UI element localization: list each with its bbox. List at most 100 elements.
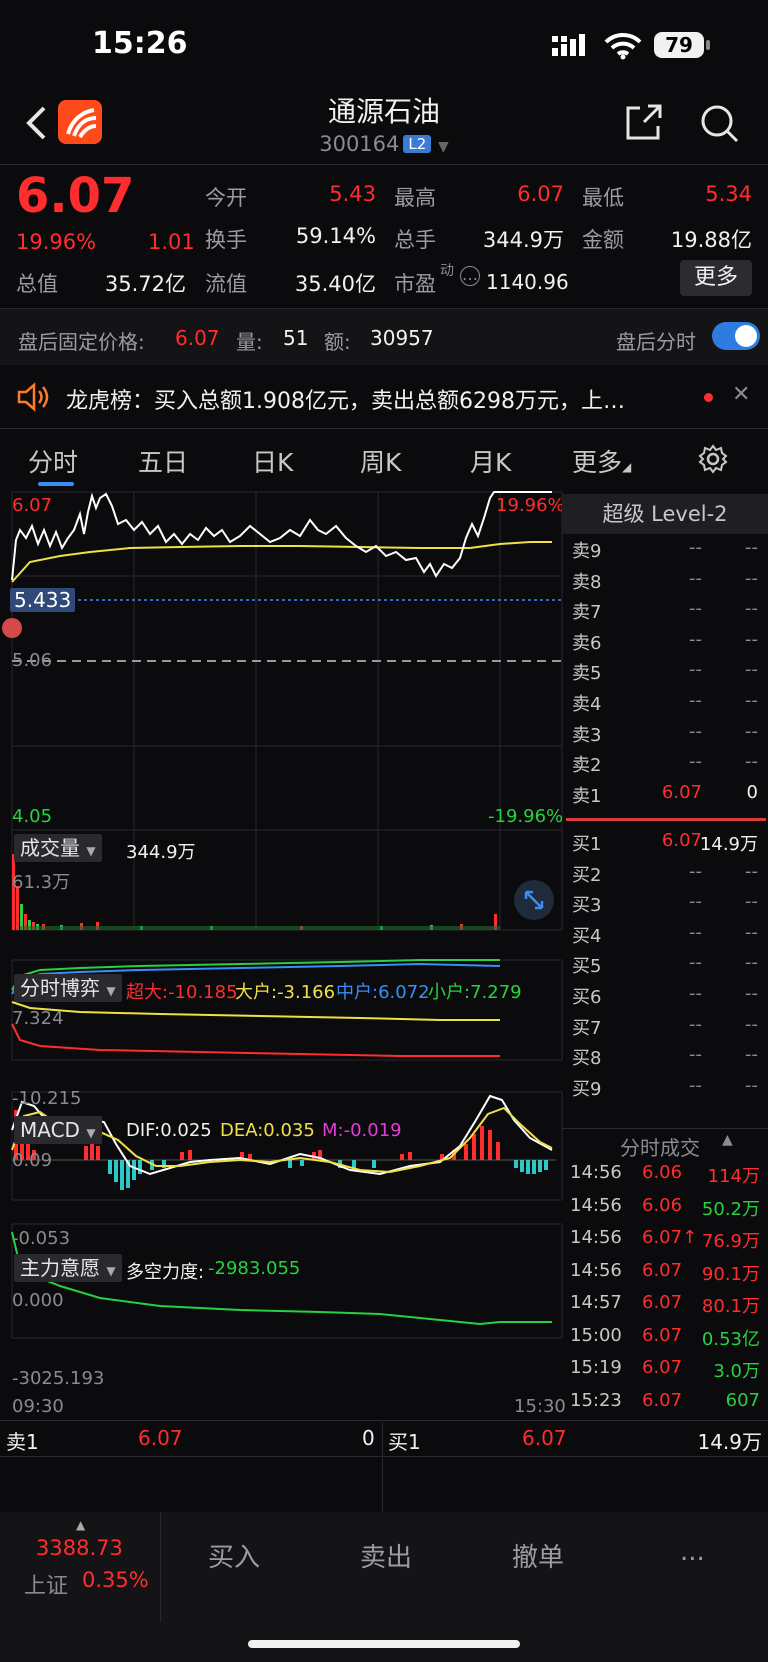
more-actions-button[interactable]: ... xyxy=(680,1537,705,1567)
divider xyxy=(382,1422,383,1512)
macd-m: M:-0.019 xyxy=(322,1120,402,1141)
index-value: 3388.73 xyxy=(36,1536,123,1560)
orderbook-row[interactable]: 卖9 -- -- xyxy=(572,537,768,567)
tab-more[interactable]: 更多◢ xyxy=(572,443,631,479)
trade-price: 6.06 xyxy=(642,1194,683,1216)
fund-indicator-select[interactable]: 分时博弈 ▼ xyxy=(14,974,122,1002)
main-axis-max: 0.000 xyxy=(12,1290,64,1311)
best-ask-label: 卖1 xyxy=(6,1430,39,1454)
divider xyxy=(160,1512,161,1622)
fund-super: 超大:-10.185 xyxy=(126,982,238,1003)
orderbook-row[interactable]: 卖4 -- -- xyxy=(572,690,768,720)
orderbook-row[interactable]: 买8 -- -- xyxy=(572,1044,768,1074)
search-icon[interactable] xyxy=(700,104,740,144)
orderbook-row[interactable]: 卖3 -- -- xyxy=(572,721,768,751)
volume-indicator-label: 成交量 xyxy=(20,836,80,860)
trade-volume: 607 xyxy=(725,1389,760,1411)
tab-five-day[interactable]: 五日 xyxy=(138,443,188,479)
high-value: 6.07 xyxy=(517,182,564,206)
level-label: 卖7 xyxy=(572,602,602,624)
orderbook-row[interactable]: 买1 6.07 14.9万 xyxy=(572,830,768,860)
macd-dif: DIF:0.025 xyxy=(126,1120,212,1141)
trade-volume: 50.2万 xyxy=(701,1198,760,1220)
orderbook-row[interactable]: 买5 -- -- xyxy=(572,952,768,982)
fund-small: 小户:7.279 xyxy=(428,982,522,1003)
main-force-label: 多空力度: xyxy=(126,1262,205,1283)
orderbook-row[interactable]: 卖1 6.07 0 xyxy=(572,782,768,812)
after-hours-toggle[interactable] xyxy=(712,322,760,350)
tab-daily-k[interactable]: 日K xyxy=(252,443,293,479)
index-widget[interactable]: ▲ 3388.73 上证 0.35% xyxy=(0,1512,160,1622)
time-axis-start: 09:30 xyxy=(12,1396,64,1417)
cancel-order-button[interactable]: 撤单 xyxy=(512,1537,564,1574)
orderbook-row[interactable]: 买2 -- -- xyxy=(572,861,768,891)
macd-indicator-label: MACD xyxy=(20,1118,80,1142)
orderbook-row[interactable]: 买7 -- -- xyxy=(572,1014,768,1044)
orderbook-row[interactable]: 买3 -- -- xyxy=(572,891,768,921)
settings-gear-icon[interactable] xyxy=(698,444,728,474)
macd-axis-max: 0.09 xyxy=(12,1150,53,1171)
chevron-down-icon: ▼ xyxy=(106,984,116,998)
divider xyxy=(0,1456,768,1457)
level-volume: -- xyxy=(745,659,758,681)
after-hours-amt-label: 额: xyxy=(324,330,351,354)
tab-monthly-k[interactable]: 月K xyxy=(470,443,511,479)
level-volume: -- xyxy=(745,628,758,650)
expand-icon[interactable] xyxy=(514,880,554,920)
share-icon[interactable] xyxy=(624,104,664,142)
orderbook-row[interactable]: 买9 -- -- xyxy=(572,1075,768,1105)
home-indicator[interactable] xyxy=(248,1640,520,1648)
divider xyxy=(562,1128,768,1129)
trade-time: 15:19 xyxy=(570,1357,622,1378)
main-axis-min: -3025.193 xyxy=(12,1368,105,1389)
event-marker-icon[interactable] xyxy=(2,618,22,638)
trade-row: 15:23 6.07 607 xyxy=(570,1390,768,1422)
level-label: 卖2 xyxy=(572,755,602,777)
low-value: 5.34 xyxy=(705,182,752,206)
sell-button[interactable]: 卖出 xyxy=(360,1537,412,1574)
orderbook-row[interactable]: 买4 -- -- xyxy=(572,922,768,952)
trade-row: 14:57 6.07 80.1万 xyxy=(570,1292,768,1324)
chevron-down-icon: ▼ xyxy=(86,1126,96,1140)
ticker-text[interactable]: 龙虎榜：买入总额1.908亿元，卖出总额6298万元，上… xyxy=(66,383,676,415)
orderbook-row[interactable]: 卖7 -- -- xyxy=(572,598,768,628)
level-volume: -- xyxy=(745,983,758,1004)
tab-weekly-k[interactable]: 周K xyxy=(360,443,401,479)
amount-label: 金额 xyxy=(582,228,624,252)
pe-value: 1140.96 xyxy=(486,270,569,294)
prev-close-label: 5.06 xyxy=(12,650,53,671)
more-button[interactable]: 更多 xyxy=(680,260,752,296)
trade-volume: 114万 xyxy=(707,1166,760,1187)
amount-value: 19.88亿 xyxy=(670,228,752,252)
trade-price: 6.06 xyxy=(642,1162,683,1183)
level-volume: 0 xyxy=(746,781,758,803)
orderbook-spread-line xyxy=(566,818,766,821)
volume-total: 344.9万 xyxy=(126,842,196,863)
more-dots-icon[interactable]: … xyxy=(460,266,480,286)
level-volume: -- xyxy=(745,720,758,742)
buy-button[interactable]: 买入 xyxy=(208,1537,260,1574)
trade-row: 15:19 6.07 3.0万 xyxy=(570,1357,768,1389)
best-bid-vol: 14.9万 xyxy=(697,1430,762,1454)
pct-axis-low: -19.96% xyxy=(488,806,564,827)
trade-volume: 76.9万 xyxy=(701,1231,760,1252)
orderbook-title[interactable]: 超级 Level-2 xyxy=(562,494,768,534)
level-volume: -- xyxy=(745,751,758,773)
main-indicator-select[interactable]: 主力意愿 ▼ xyxy=(14,1254,122,1282)
volume-indicator-select[interactable]: 成交量 ▼ xyxy=(14,834,102,862)
index-pct: 0.35% xyxy=(82,1568,149,1592)
orderbook-row[interactable]: 卖5 -- -- xyxy=(572,659,768,689)
close-icon[interactable]: ✕ xyxy=(732,382,750,407)
orderbook-row[interactable]: 卖6 -- -- xyxy=(572,629,768,659)
tab-more-label: 更多 xyxy=(572,448,623,477)
macd-indicator-select[interactable]: MACD ▼ xyxy=(14,1116,102,1144)
orderbook-row[interactable]: 买6 -- -- xyxy=(572,983,768,1013)
orderbook-row[interactable]: 卖2 -- -- xyxy=(572,751,768,781)
level2-badge: L2 xyxy=(403,135,432,153)
turnover-value: 59.14% xyxy=(295,224,376,248)
trades-title[interactable]: 分时成交 xyxy=(620,1132,700,1161)
tab-intraday[interactable]: 分时 xyxy=(28,443,78,479)
divider xyxy=(0,428,768,429)
orderbook-row[interactable]: 卖8 -- -- xyxy=(572,568,768,598)
level-volume: -- xyxy=(745,1013,758,1035)
